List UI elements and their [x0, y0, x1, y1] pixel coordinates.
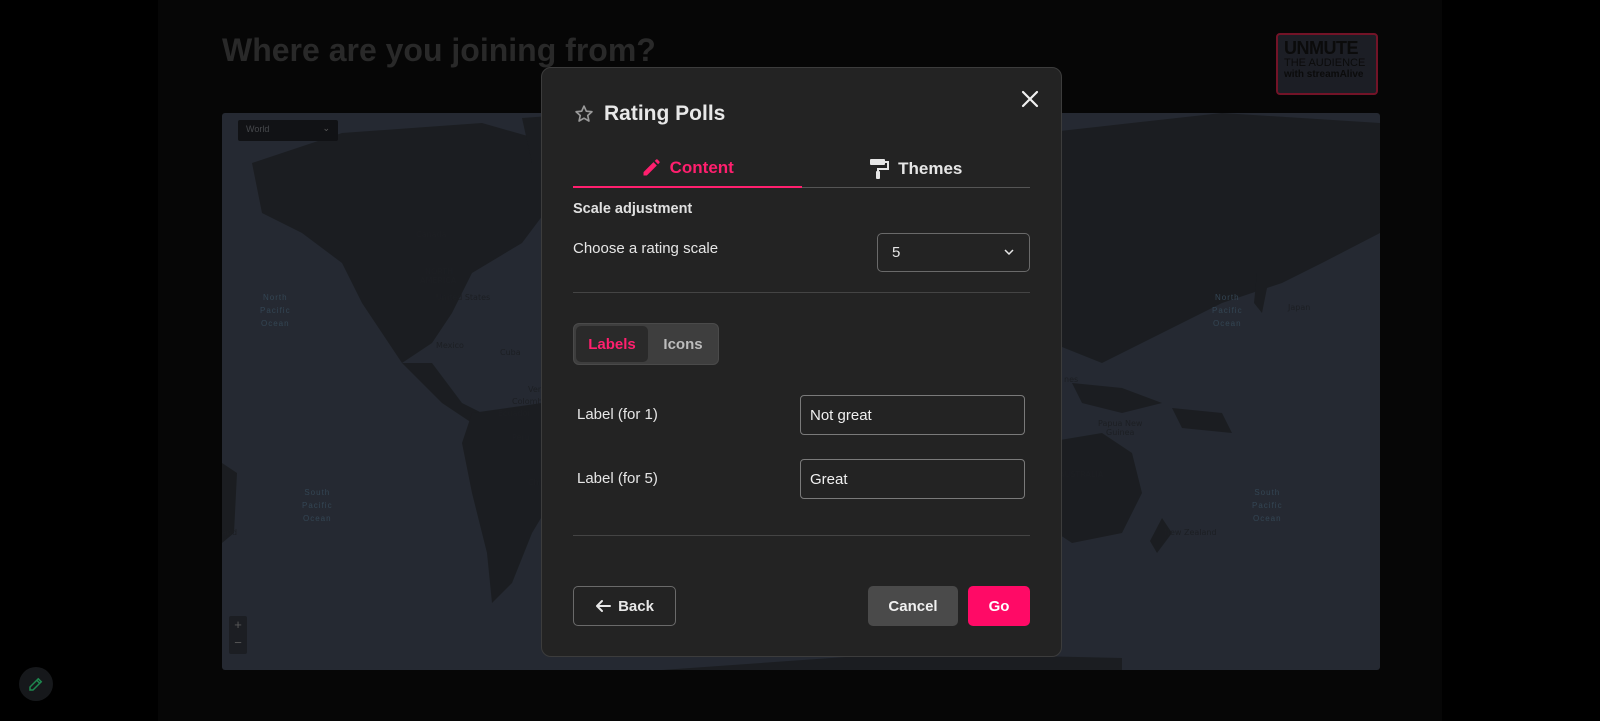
rating-scale-value: 5	[892, 244, 901, 261]
labels-icons-toggle: Labels Icons	[573, 323, 719, 365]
modal-header: Rating Polls	[574, 102, 725, 126]
rating-polls-modal: Rating Polls Content Themes Scale adjust…	[541, 67, 1062, 657]
label-for-1-input[interactable]	[800, 395, 1025, 435]
modal-tabs: Content Themes	[573, 150, 1030, 188]
back-button-label: Back	[618, 597, 654, 615]
cancel-button[interactable]: Cancel	[868, 586, 958, 626]
app-stage: Where are you joining from? UNMUTE THE A…	[0, 0, 1600, 721]
star-icon	[575, 105, 593, 122]
tab-content[interactable]: Content	[573, 150, 802, 188]
tab-content-label: Content	[669, 158, 734, 177]
segment-icons[interactable]: Icons	[650, 326, 716, 362]
tab-themes[interactable]: Themes	[802, 150, 1031, 187]
close-icon	[1021, 90, 1039, 108]
modal-title: Rating Polls	[604, 102, 726, 125]
paint-roller-icon	[870, 158, 890, 179]
label-for-5-label: Label (for 5)	[577, 470, 658, 487]
divider-2	[573, 535, 1030, 536]
arrow-left-icon	[596, 600, 612, 612]
segment-labels[interactable]: Labels	[576, 326, 648, 362]
label-for-1-label: Label (for 1)	[577, 406, 658, 423]
close-button[interactable]	[1019, 88, 1041, 110]
label-for-5-input[interactable]	[800, 459, 1025, 499]
chevron-down-icon	[1004, 249, 1014, 256]
pencil-icon	[643, 159, 660, 176]
go-button[interactable]: Go	[968, 586, 1030, 626]
divider-1	[573, 292, 1030, 293]
back-button[interactable]: Back	[573, 586, 676, 626]
scale-section-title: Scale adjustment	[573, 201, 693, 217]
tab-themes-label: Themes	[898, 158, 963, 178]
rating-scale-label: Choose a rating scale	[573, 240, 719, 257]
rating-scale-select[interactable]: 5	[877, 233, 1030, 272]
